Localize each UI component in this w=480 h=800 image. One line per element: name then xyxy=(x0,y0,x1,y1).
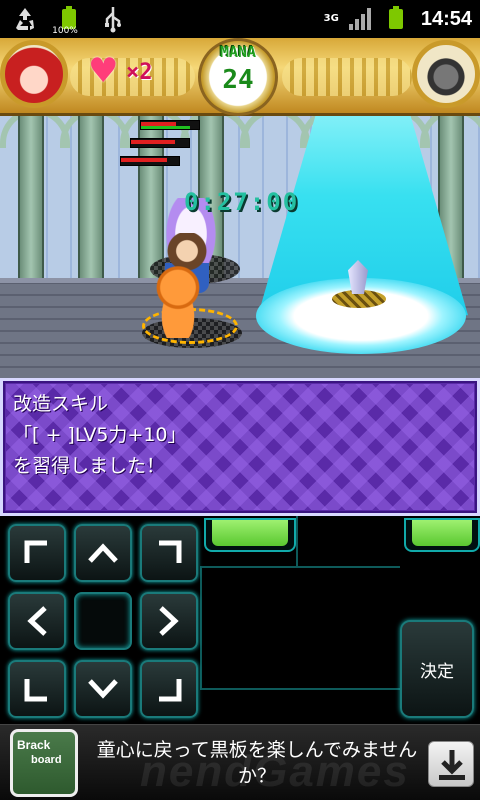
chevron-down-icon xyxy=(88,679,118,699)
decide-button[interactable]: 決定 xyxy=(400,620,474,718)
ad-text[interactable]: 童心に戻って黒板を楽しんでみませんか？ xyxy=(92,737,422,789)
dpad-right-button[interactable] xyxy=(140,592,198,650)
enemy-portrait[interactable] xyxy=(412,40,480,108)
mana-gauge: MANA 24 xyxy=(198,38,278,116)
ad-banner[interactable]: nendGames Brack board 童心に戻って黒板を楽しんでみませんか… xyxy=(0,724,480,800)
hp-bar xyxy=(140,120,200,130)
download-button[interactable] xyxy=(428,741,474,787)
heart-icon: ♥ xyxy=(88,51,119,91)
hp-bar xyxy=(120,156,180,166)
dialog-line: を習得しました！ xyxy=(13,455,166,477)
clock: 14:54 xyxy=(420,7,472,30)
bear-character[interactable] xyxy=(150,266,206,338)
dialog-line: 改造スキル xyxy=(13,393,109,415)
circuit-line xyxy=(200,566,400,568)
dpad-down-left-button[interactable] xyxy=(8,660,66,718)
dpad-up-button[interactable] xyxy=(74,524,132,582)
pillar xyxy=(78,108,104,288)
network-type-label: 3G xyxy=(323,13,339,24)
mana-label: MANA xyxy=(219,43,257,61)
lives-count: ×2 xyxy=(126,59,153,85)
arrow-down-left-icon xyxy=(24,679,47,702)
pillar xyxy=(18,108,44,288)
player-portrait[interactable] xyxy=(0,40,68,108)
shoulder-button-left[interactable] xyxy=(204,518,296,552)
battery-percent-label: 100% xyxy=(52,26,78,36)
battery-full-icon: 100% xyxy=(52,4,84,36)
game-screen: 100% 3G 14:54 0:27:00 ♥ ×2 MANA 24 改造スキル… xyxy=(0,0,480,800)
message-dialog[interactable]: 改造スキル 「[ + ]LV5力+10」 を習得しました！ xyxy=(0,378,480,516)
mana-value: 24 xyxy=(222,65,254,95)
circuit-line xyxy=(200,688,400,690)
dialog-line: 「[ + ]LV5力+10」 xyxy=(13,424,187,446)
lives-counter: ♥ ×2 xyxy=(88,51,153,91)
download-icon xyxy=(439,750,465,780)
chevron-left-icon xyxy=(27,606,47,636)
shoulder-button-right[interactable] xyxy=(404,518,480,552)
dpad-up-left-button[interactable] xyxy=(8,524,66,582)
ad-logo-text: board xyxy=(31,754,62,766)
dpad-down-button[interactable] xyxy=(74,660,132,718)
virtual-controller: 決定 xyxy=(0,516,480,724)
hud-bar: ♥ ×2 MANA 24 xyxy=(0,38,480,116)
decide-button-label: 決定 xyxy=(420,661,454,682)
dialog-text: 改造スキル 「[ + ]LV5力+10」 を習得しました！ xyxy=(13,389,187,482)
hud-ornament xyxy=(282,58,412,96)
game-scene[interactable]: 0:27:00 ♥ ×2 MANA 24 xyxy=(0,38,480,378)
dpad-left-button[interactable] xyxy=(8,592,66,650)
battery-icon xyxy=(381,4,411,34)
recycle-icon xyxy=(10,4,40,34)
arrow-up-left-icon xyxy=(24,540,47,563)
signal-strength-icon xyxy=(348,8,371,30)
hp-bar xyxy=(130,138,190,148)
stage-timer: 0:27:00 xyxy=(184,188,300,216)
circuit-line xyxy=(200,566,202,690)
ad-logo-text: Brack xyxy=(17,738,51,752)
arrow-up-right-icon xyxy=(159,540,182,563)
ad-app-logo[interactable]: Brack board xyxy=(10,729,78,797)
dpad-down-right-button[interactable] xyxy=(140,660,198,718)
chevron-right-icon xyxy=(159,606,179,636)
dpad-center xyxy=(74,592,132,650)
status-bar: 100% 3G 14:54 xyxy=(0,0,480,38)
usb-icon xyxy=(98,4,128,34)
chevron-up-icon xyxy=(88,543,118,563)
arrow-down-right-icon xyxy=(159,679,182,702)
dpad-up-right-button[interactable] xyxy=(140,524,198,582)
circuit-line xyxy=(296,516,298,568)
